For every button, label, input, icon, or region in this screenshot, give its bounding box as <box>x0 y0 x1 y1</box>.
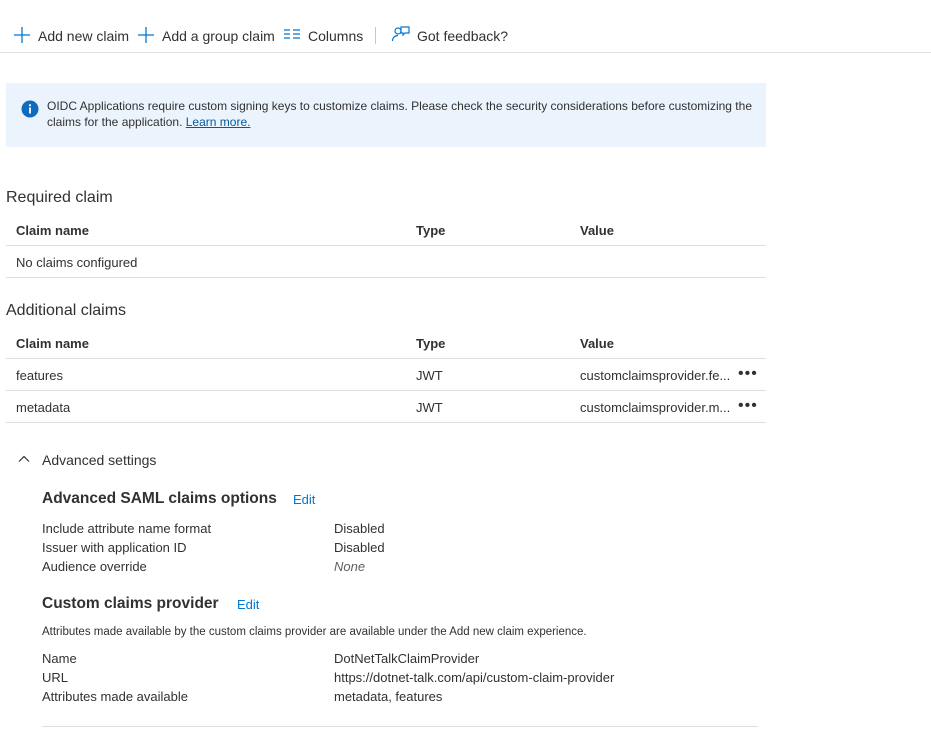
add-group-claim-button[interactable]: Add a group claim <box>137 24 275 48</box>
columns-icon <box>283 26 301 47</box>
provider-attributes-label: Attributes made available <box>42 689 188 704</box>
info-icon <box>21 100 39 123</box>
saml-options-title: Advanced SAML claims options <box>42 490 277 507</box>
required-claim-title: Required claim <box>6 189 113 206</box>
table-header-row: Claim name Type Value <box>6 214 766 246</box>
column-header-value[interactable]: Value <box>580 336 614 351</box>
columns-label: Columns <box>308 28 364 44</box>
got-feedback-label: Got feedback? <box>417 28 509 44</box>
audience-override-label: Audience override <box>42 559 147 574</box>
claim-type-cell: JWT <box>416 400 443 415</box>
required-claim-table: Claim name Type Value No claims configur… <box>6 214 766 278</box>
plus-icon <box>13 26 31 47</box>
attribute-name-format-value: Disabled <box>334 521 385 536</box>
audience-override-value: None <box>334 559 366 574</box>
advanced-settings-label: Advanced settings <box>42 452 157 468</box>
toolbar-divider <box>375 27 376 44</box>
column-header-type[interactable]: Type <box>416 223 445 238</box>
issuer-app-id-label: Issuer with application ID <box>42 540 187 555</box>
provider-note: Attributes made available by the custom … <box>42 626 587 638</box>
provider-edit-link[interactable]: Edit <box>237 597 259 612</box>
banner-text: OIDC Applications require custom signing… <box>47 99 752 129</box>
learn-more-link[interactable]: Learn more. <box>186 115 251 129</box>
column-header-value[interactable]: Value <box>580 223 614 238</box>
additional-claims-title: Additional claims <box>6 302 127 319</box>
table-row[interactable]: features JWT customclaimsprovider.fe... … <box>6 359 766 391</box>
claim-name-cell: metadata <box>16 400 71 415</box>
saml-edit-link[interactable]: Edit <box>293 492 315 507</box>
chevron-up-icon <box>18 452 30 468</box>
plus-icon <box>137 26 155 47</box>
banner-message: OIDC Applications require custom signing… <box>47 99 757 130</box>
got-feedback-button[interactable]: Got feedback? <box>391 24 508 48</box>
claim-value-cell: customclaimsprovider.fe... <box>580 368 731 383</box>
column-header-type[interactable]: Type <box>416 336 445 351</box>
provider-attributes-value: metadata, features <box>334 689 443 704</box>
claim-type-cell: JWT <box>416 368 443 383</box>
feedback-icon <box>391 25 410 47</box>
provider-url-label: URL <box>42 670 69 685</box>
table-row[interactable]: metadata JWT customclaimsprovider.m... •… <box>6 391 766 423</box>
more-options-icon[interactable]: ••• <box>738 365 758 383</box>
info-banner: OIDC Applications require custom signing… <box>6 83 766 147</box>
claim-name-cell: features <box>16 368 63 383</box>
column-header-claim-name[interactable]: Claim name <box>16 336 89 351</box>
custom-claims-provider-title: Custom claims provider <box>42 595 219 612</box>
advanced-settings-toggle[interactable]: Advanced settings <box>18 452 156 468</box>
provider-name-label: Name <box>42 651 77 666</box>
section-divider <box>42 726 758 727</box>
table-header-row: Claim name Type Value <box>6 327 766 359</box>
columns-button[interactable]: Columns <box>283 24 363 48</box>
more-options-icon[interactable]: ••• <box>738 397 758 415</box>
additional-claims-table: Claim name Type Value features JWT custo… <box>6 327 766 423</box>
table-row-empty: No claims configured <box>6 246 766 278</box>
add-new-claim-label: Add new claim <box>38 28 130 44</box>
add-new-claim-button[interactable]: Add new claim <box>13 24 129 48</box>
empty-message: No claims configured <box>16 255 138 270</box>
provider-name-value: DotNetTalkClaimProvider <box>334 651 480 666</box>
provider-url-value: https://dotnet-talk.com/api/custom-claim… <box>334 670 615 685</box>
issuer-app-id-value: Disabled <box>334 540 385 555</box>
column-header-claim-name[interactable]: Claim name <box>16 223 89 238</box>
command-bar: Add new claim Add a group claim Columns … <box>0 0 931 53</box>
claim-value-cell: customclaimsprovider.m... <box>580 400 731 415</box>
add-group-claim-label: Add a group claim <box>162 28 275 44</box>
attribute-name-format-label: Include attribute name format <box>42 521 212 536</box>
